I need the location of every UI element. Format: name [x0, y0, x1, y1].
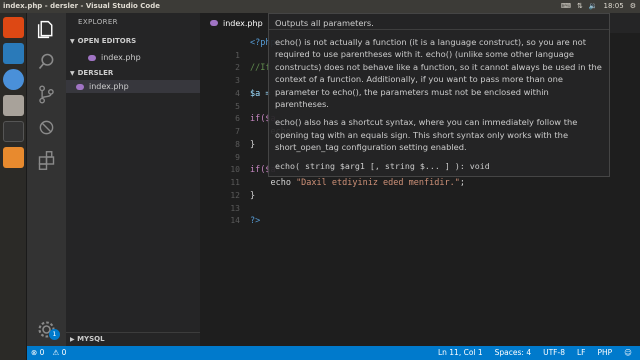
status-bar: ⊗ 0 ⚠ 0 Ln 11, Col 1 Spaces: 4 UTF-8 LF … — [27, 346, 640, 360]
code-line[interactable]: } — [250, 139, 255, 151]
extensions-icon[interactable] — [36, 150, 57, 171]
line-number: 13 — [230, 204, 240, 213]
cursor-position[interactable]: Ln 11, Col 1 — [438, 346, 483, 360]
errors-indicator[interactable]: ⊗ 0 — [31, 346, 44, 360]
keyboard-icon[interactable]: ⌨ — [561, 0, 571, 13]
search-icon[interactable] — [36, 51, 57, 72]
line-number: 3 — [235, 76, 240, 85]
open-editors-label: OPEN EDITORS — [77, 37, 137, 45]
mysql-label: MYSQL — [77, 335, 105, 343]
app-launcher — [0, 13, 27, 360]
notification-badge: 1 — [49, 329, 60, 340]
chromium-icon[interactable] — [3, 69, 24, 90]
line-number: 8 — [235, 140, 240, 149]
transfer-icon[interactable]: ⇅ — [577, 0, 583, 13]
file-item[interactable]: index.php — [66, 80, 200, 93]
open-editors-header[interactable]: ▼ OPEN EDITORS — [70, 37, 136, 45]
chevron-down-icon: ▼ — [70, 69, 75, 77]
terminal-icon[interactable] — [3, 121, 24, 142]
code-line[interactable]: echo "Daxil etdiyiniz eded menfidir."; — [250, 177, 464, 189]
warnings-indicator[interactable]: ⚠ 0 — [52, 346, 66, 360]
code-line[interactable]: ?> — [250, 215, 260, 227]
hover-tooltip: Outputs all parameters. echo() is not ac… — [268, 13, 610, 177]
software-center-icon[interactable] — [3, 147, 24, 168]
vscode-icon[interactable] — [3, 43, 24, 64]
line-number: 6 — [235, 114, 240, 123]
encoding[interactable]: UTF-8 — [543, 346, 565, 360]
chevron-right-icon: ▶ — [70, 336, 75, 343]
line-number: 1 — [235, 51, 240, 60]
line-number: 5 — [235, 102, 240, 111]
warning-count: 0 — [61, 348, 67, 357]
error-count: 0 — [39, 348, 45, 357]
sidebar-title: EXPLORER — [78, 18, 118, 26]
line-number: 9 — [235, 153, 240, 162]
system-top-panel: index.php - dersler - Visual Studio Code… — [0, 0, 640, 13]
line-number: 4 — [235, 89, 240, 98]
chevron-down-icon: ▼ — [70, 37, 75, 45]
ubuntu-dash-icon[interactable] — [3, 17, 24, 38]
line-number: 7 — [235, 127, 240, 136]
window-title: index.php - dersler - Visual Studio Code — [3, 2, 160, 10]
volume-icon[interactable]: 🔉 — [589, 0, 598, 13]
hover-signature: echo( string $arg1 [, string $... ] ): v… — [275, 160, 490, 171]
line-number: 10 — [230, 165, 240, 174]
explorer-sidebar: EXPLORER ▼ OPEN EDITORS index.php ▼ DERS… — [66, 13, 200, 346]
smiley-icon[interactable]: ☺ — [624, 346, 632, 360]
activity-bar — [27, 13, 66, 346]
line-number: 11 — [230, 178, 240, 187]
files-icon[interactable] — [3, 95, 24, 116]
line-number: 14 — [230, 216, 240, 225]
folder-header[interactable]: ▼ DERSLER — [70, 69, 113, 77]
indentation[interactable]: Spaces: 4 — [495, 346, 531, 360]
php-file-icon — [210, 20, 218, 26]
line-number: 2 — [235, 63, 240, 72]
code-line[interactable]: } — [250, 190, 255, 202]
explorer-icon[interactable] — [36, 19, 57, 40]
mysql-section-header[interactable]: ▶ MYSQL — [66, 332, 200, 346]
open-editor-item[interactable]: index.php — [88, 51, 141, 64]
hover-title: Outputs all parameters. — [269, 17, 609, 30]
php-file-icon — [76, 83, 84, 90]
file-item-label: index.php — [89, 82, 129, 91]
open-editor-item-label: index.php — [101, 53, 141, 62]
hover-paragraph-2: echo() also has a shortcut syntax, where… — [275, 117, 578, 153]
line-number: 12 — [230, 191, 240, 200]
system-tray: ⌨ ⇅ 🔉 18:05 ⚙ — [561, 0, 636, 13]
end-of-line[interactable]: LF — [577, 346, 586, 360]
clock[interactable]: 18:05 — [604, 0, 624, 13]
debug-icon[interactable] — [36, 117, 57, 138]
hover-paragraph-1: echo() is not actually a function (it is… — [275, 37, 602, 110]
folder-label: DERSLER — [77, 69, 114, 77]
tab-label: index.php — [223, 18, 263, 28]
php-file-icon — [88, 54, 96, 61]
source-control-icon[interactable] — [36, 84, 57, 105]
language-mode[interactable]: PHP — [597, 346, 612, 360]
settings-gear-icon[interactable]: ⚙ — [630, 0, 636, 13]
